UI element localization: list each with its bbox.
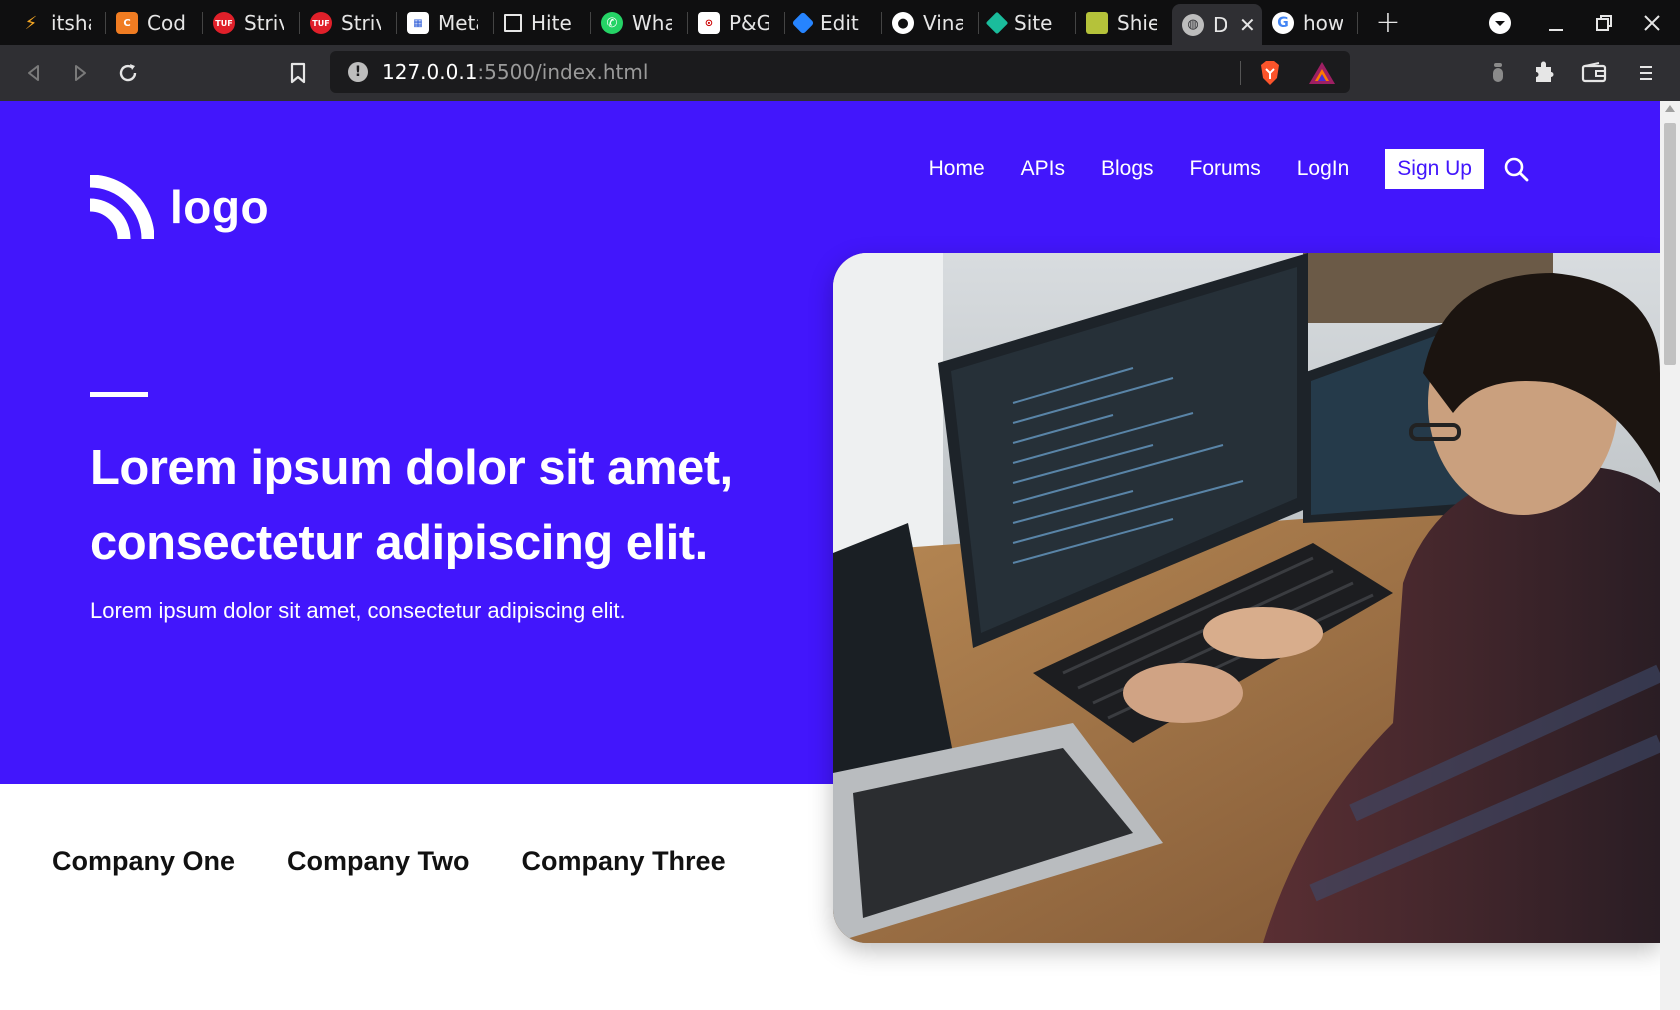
company-name: Company Three	[521, 846, 726, 876]
browser-tab[interactable]: Hites	[494, 4, 591, 42]
tab-search-icon[interactable]	[1482, 0, 1518, 45]
tuf-icon: TUF	[213, 12, 235, 34]
whatsapp-icon: ✆	[601, 12, 623, 34]
close-icon[interactable]: ✕	[1239, 13, 1256, 37]
url-text[interactable]: 127.0.0.1:5500/index.html	[382, 60, 648, 84]
reload-icon[interactable]	[110, 55, 146, 91]
nav-forums[interactable]: Forums	[1190, 157, 1261, 181]
meta-icon: ▦	[407, 12, 429, 34]
menu-icon[interactable]	[1628, 55, 1664, 91]
address-bar[interactable]: ! 127.0.0.1:5500/index.html	[330, 51, 1350, 93]
page-scrollbar[interactable]	[1660, 101, 1680, 1010]
rss-logo-icon	[90, 175, 154, 239]
nav-blogs[interactable]: Blogs	[1101, 157, 1154, 181]
browser-tab-strip: ⚡ itsha C Code TUF Striv TUF Striv ▦ Met…	[0, 0, 1680, 45]
site-logo[interactable]: logo	[90, 175, 269, 239]
browser-tab[interactable]: Shiel	[1076, 4, 1172, 42]
signup-button[interactable]: Sign Up	[1385, 149, 1484, 189]
browser-tab[interactable]: ⚡ itsha	[10, 4, 106, 42]
browser-tab[interactable]: Site	[979, 4, 1076, 42]
browser-tab[interactable]: ▦ Meta	[397, 4, 494, 42]
omnibox-divider	[1240, 61, 1241, 85]
main-nav: Home APIs Blogs Forums LogIn Sign Up	[893, 149, 1530, 189]
square-icon	[504, 14, 522, 32]
scroll-up-icon[interactable]	[1665, 105, 1675, 112]
jira-icon	[791, 11, 815, 35]
codechef-icon: C	[116, 12, 138, 34]
back-icon[interactable]	[16, 55, 52, 91]
shield-icon	[1086, 12, 1108, 34]
extension-icon[interactable]	[1480, 55, 1516, 91]
hero-subtitle: Lorem ipsum dolor sit amet, consectetur …	[90, 598, 626, 623]
puzzle-icon[interactable]	[1526, 55, 1562, 91]
new-tab-icon[interactable]: +	[1370, 0, 1406, 45]
diamond-icon	[985, 11, 1009, 35]
tuf-icon: TUF	[310, 12, 332, 34]
browser-tab[interactable]: ✆ What	[591, 4, 688, 42]
nav-login[interactable]: LogIn	[1297, 157, 1350, 181]
browser-tab[interactable]: Editi	[785, 4, 882, 42]
globe-icon: ◍	[1182, 13, 1204, 36]
google-icon: G	[1272, 12, 1294, 34]
browser-tab[interactable]: TUF Striv	[203, 4, 300, 42]
nav-apis[interactable]: APIs	[1021, 157, 1065, 181]
wallet-icon[interactable]	[1576, 55, 1612, 91]
scroll-thumb[interactable]	[1664, 123, 1676, 365]
minimize-icon[interactable]	[1538, 0, 1574, 45]
company-list: Company One Company Two Company Three	[52, 846, 778, 877]
restore-icon[interactable]	[1586, 0, 1622, 45]
hero-title: Lorem ipsum dolor sit amet, consectetur …	[90, 441, 733, 570]
browser-tab[interactable]: TUF Striv	[300, 4, 397, 42]
page-viewport: logo Home APIs Blogs Forums LogIn Sign U…	[0, 101, 1660, 1010]
github-icon: ●	[892, 12, 914, 34]
forward-icon[interactable]	[62, 55, 98, 91]
company-name: Company Two	[287, 846, 470, 876]
brave-rewards-icon[interactable]	[1308, 61, 1336, 89]
browser-tab[interactable]: G how	[1262, 4, 1358, 42]
brave-shields-icon[interactable]	[1258, 60, 1282, 90]
browser-tab[interactable]: ⊙ P&G	[688, 4, 785, 42]
company-name: Company One	[52, 846, 236, 876]
lightning-icon: ⚡	[24, 12, 38, 34]
browser-tab-active[interactable]: ◍ D ✕	[1172, 4, 1262, 45]
search-icon[interactable]	[1502, 155, 1530, 183]
hero-image	[833, 253, 1660, 943]
bookmark-icon[interactable]	[280, 55, 316, 91]
browser-tab[interactable]: C Code	[106, 4, 203, 42]
logo-text: logo	[170, 181, 270, 233]
browser-toolbar: ! 127.0.0.1:5500/index.html	[0, 45, 1680, 101]
close-window-icon[interactable]	[1634, 0, 1670, 45]
hero-accent-line	[90, 392, 148, 397]
browser-tab[interactable]: ● Vinay	[882, 4, 979, 42]
pg-icon: ⊙	[698, 12, 720, 34]
nav-home[interactable]: Home	[929, 157, 985, 181]
site-info-icon[interactable]: !	[348, 62, 368, 82]
